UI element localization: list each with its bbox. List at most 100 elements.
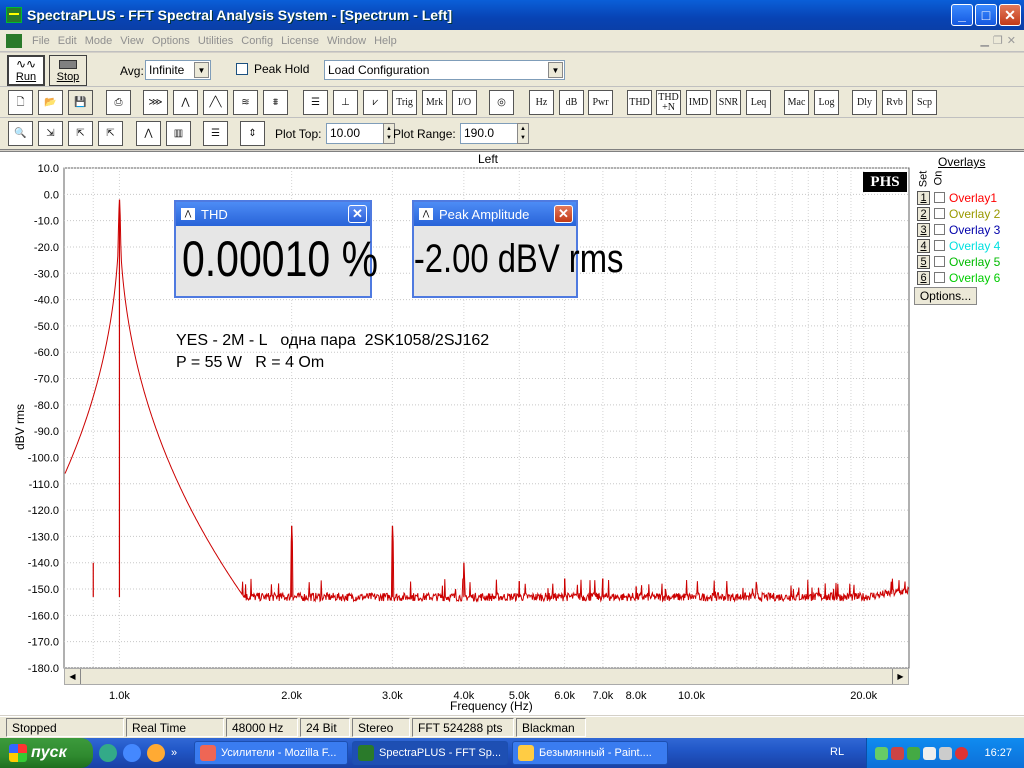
filter-icon[interactable]: ⋙ — [143, 90, 168, 115]
dly-button[interactable]: Dly — [852, 90, 877, 115]
new-file-icon[interactable]: 🗋 — [8, 90, 33, 115]
zoom-in-2x-icon[interactable]: ⇲ — [38, 121, 63, 146]
overlay-row-3[interactable]: 3 Overlay 3 — [917, 222, 1000, 237]
overlay-row-4[interactable]: 4 Overlay 4 — [917, 238, 1000, 253]
rvb-button[interactable]: Rvb — [882, 90, 907, 115]
close-button[interactable]: ✕ — [999, 4, 1021, 26]
pwr-button[interactable]: Pwr — [588, 90, 613, 115]
db-button[interactable]: dB — [559, 90, 584, 115]
thd-meter-window[interactable]: ⋀ THD ✕ 0.00010 % — [174, 200, 378, 298]
spinner-icon[interactable]: ▲ ▼ — [517, 123, 529, 144]
task-firefox[interactable]: Усилители - Mozilla F... — [194, 741, 348, 765]
opera-icon[interactable] — [955, 746, 968, 760]
task-paint[interactable]: Безымянный - Paint.... — [512, 741, 668, 765]
zoom-out-full-icon[interactable]: ⇱ — [98, 121, 123, 146]
menu-mode[interactable]: Mode — [81, 35, 117, 47]
mac-button[interactable]: Mac — [784, 90, 809, 115]
mdi-close-icon[interactable]: ✕ — [1007, 34, 1016, 47]
octave-bars-icon[interactable]: ▥ — [166, 121, 191, 146]
minimize-button[interactable]: _ — [951, 4, 973, 26]
overlay-on-checkbox[interactable] — [934, 192, 945, 203]
antivirus-icon[interactable] — [891, 746, 904, 760]
leq-button[interactable]: Leq — [746, 90, 771, 115]
peak-hold-checkbox[interactable]: Peak Hold — [236, 62, 309, 76]
mdi-minimize-icon[interactable]: ▁ — [980, 34, 988, 47]
overlay-row-5[interactable]: 5 Overlay 5 — [917, 254, 1000, 269]
spectraplus-app-icon[interactable] — [6, 7, 22, 23]
menu-file[interactable]: File — [28, 35, 54, 47]
menu-options[interactable]: Options — [148, 35, 194, 47]
save-icon[interactable]: 💾 — [68, 90, 93, 115]
table-view-icon[interactable]: ☰ — [203, 121, 228, 146]
config-select[interactable]: Load Configuration ▼ — [324, 60, 565, 80]
overlay-on-checkbox[interactable] — [934, 224, 945, 235]
overlay-set-button[interactable]: 4 — [917, 238, 930, 253]
oscillator-icon[interactable]: ◎ — [489, 90, 514, 115]
zoom-out-2x-icon[interactable]: ⇱ — [68, 121, 93, 146]
overlay-set-button[interactable]: 5 — [917, 254, 930, 269]
scroll-left-icon[interactable]: ◀ — [65, 669, 81, 684]
thd-button[interactable]: THD — [627, 90, 652, 115]
print-icon[interactable]: ⎙ — [106, 90, 131, 115]
plot-range-input[interactable]: 190.0 ▲ ▼ — [460, 123, 529, 144]
imd-button[interactable]: IMD — [686, 90, 711, 115]
menu-view[interactable]: View — [116, 35, 148, 47]
scroll-right-icon[interactable]: ▶ — [892, 669, 908, 684]
plot-top-input[interactable]: 10.00 ▲ ▼ — [326, 123, 395, 144]
close-icon[interactable]: ✕ — [348, 205, 367, 223]
3d-surface-icon[interactable]: ⩩ — [263, 90, 288, 115]
menu-window[interactable]: Window — [323, 35, 370, 47]
overlay-on-checkbox[interactable] — [934, 208, 945, 219]
checkbox-box[interactable] — [236, 63, 248, 75]
menu-help[interactable]: Help — [370, 35, 401, 47]
maximize-button[interactable]: □ — [975, 4, 997, 26]
usb-icon[interactable] — [939, 746, 952, 760]
calibrate-icon[interactable]: ⊥ — [333, 90, 358, 115]
run-button[interactable]: ∿∿ Run — [7, 55, 45, 86]
overlay-row-6[interactable]: 6 Overlay 6 — [917, 270, 1000, 285]
network-icon[interactable] — [875, 746, 888, 760]
close-icon[interactable]: ✕ — [554, 205, 573, 223]
log-button[interactable]: Log — [814, 90, 839, 115]
menu-config[interactable]: Config — [237, 35, 277, 47]
volume-icon[interactable] — [923, 746, 936, 760]
scale-icon[interactable]: ⇕ — [240, 121, 265, 146]
start-button[interactable]: пуск — [0, 738, 93, 768]
spectrogram-icon[interactable]: ≋ — [233, 90, 258, 115]
stop-button[interactable]: Stop — [49, 55, 87, 86]
scp-button[interactable]: Scp — [912, 90, 937, 115]
overlay-on-checkbox[interactable] — [934, 272, 945, 283]
chevron-down-icon[interactable]: ▼ — [548, 62, 563, 78]
overlay-row-1[interactable]: 1 Overlay1 — [917, 190, 997, 205]
overlay-set-button[interactable]: 3 — [917, 222, 930, 237]
document-icon[interactable] — [6, 33, 22, 48]
menu-utilities[interactable]: Utilities — [194, 35, 237, 47]
hz-button[interactable]: Hz — [529, 90, 554, 115]
table-icon[interactable]: ☰ — [303, 90, 328, 115]
peak-view-icon[interactable]: ⋀ — [136, 121, 161, 146]
overlay-on-checkbox[interactable] — [934, 240, 945, 251]
overlay-set-button[interactable]: 6 — [917, 270, 930, 285]
mrk-button[interactable]: Mrk — [422, 90, 447, 115]
horizontal-scrollbar[interactable]: ◀ ▶ — [64, 668, 909, 685]
zoom-icon[interactable]: 🔍 — [8, 121, 33, 146]
overlay-set-button[interactable]: 2 — [917, 206, 930, 221]
waveform-icon[interactable]: ╱╲ — [203, 90, 228, 115]
update-icon[interactable] — [907, 746, 920, 760]
language-indicator[interactable]: RL — [830, 746, 844, 758]
menu-edit[interactable]: Edit — [54, 35, 81, 47]
thdn-button[interactable]: THD +N — [656, 90, 681, 115]
menu-license[interactable]: License — [277, 35, 323, 47]
outlook-icon[interactable] — [147, 744, 165, 762]
overlay-on-checkbox[interactable] — [934, 256, 945, 267]
overlay-set-button[interactable]: 1 — [917, 190, 930, 205]
task-spectraplus[interactable]: SpectraPLUS - FFT Sp... — [352, 741, 508, 765]
peak-amplitude-window[interactable]: ⋀ Peak Amplitude ✕ -2.00 dBV rms — [412, 200, 623, 298]
trig-button[interactable]: Trig — [392, 90, 417, 115]
snr-button[interactable]: SNR — [716, 90, 741, 115]
quicklaunch-more-icon[interactable]: » — [171, 747, 177, 759]
overlay-row-2[interactable]: 2 Overlay 2 — [917, 206, 1000, 221]
generator-icon[interactable]: ⋀ — [173, 90, 198, 115]
io-button[interactable]: I/O — [452, 90, 477, 115]
chevron-down-icon[interactable]: ▼ — [194, 62, 209, 78]
